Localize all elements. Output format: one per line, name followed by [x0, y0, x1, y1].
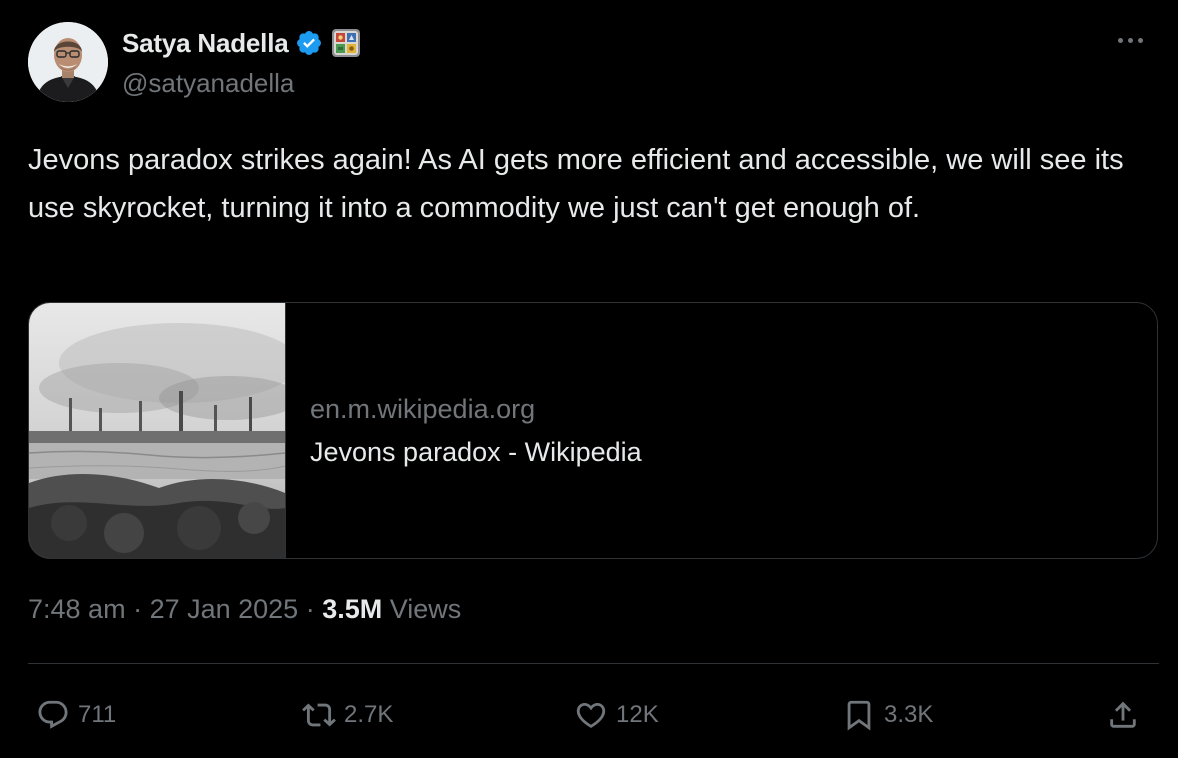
tweet-meta: 7:48 am · 27 Jan 2025 · 3.5M Views — [28, 594, 461, 625]
like-count: 12K — [616, 701, 659, 728]
repost-button[interactable]: 2.7K — [302, 690, 393, 740]
views-count[interactable]: 3.5M — [322, 594, 382, 625]
verified-badge-icon[interactable] — [295, 29, 323, 57]
repost-count: 2.7K — [344, 701, 394, 728]
action-bar: 711 2.7K 12K 3.3K — [28, 690, 1159, 740]
reply-count: 711 — [78, 701, 117, 728]
bookmark-icon — [847, 700, 871, 731]
link-card-body: en.m.wikipedia.org Jevons paradox - Wiki… — [286, 303, 642, 558]
meta-separator: · — [125, 594, 150, 624]
author-name-row: Satya Nadella — [122, 26, 361, 60]
tweet-date[interactable]: 27 Jan 2025 — [150, 594, 299, 625]
share-icon — [1110, 701, 1136, 728]
tweet-text: Jevons paradox strikes again! As AI gets… — [28, 144, 1124, 224]
author-name[interactable]: Satya Nadella — [122, 28, 289, 59]
share-button[interactable] — [1106, 690, 1140, 740]
divider — [28, 663, 1159, 664]
more-dot-icon — [1137, 37, 1143, 43]
tweet-time[interactable]: 7:48 am — [28, 594, 126, 625]
like-button[interactable]: 12K — [574, 690, 659, 740]
more-dot-icon — [1127, 37, 1133, 43]
affiliate-badge-icon[interactable] — [331, 28, 361, 58]
more-dot-icon — [1117, 37, 1123, 43]
bookmark-button[interactable]: 3.3K — [842, 690, 933, 740]
heart-icon — [576, 702, 606, 728]
more-options-icon[interactable] — [1112, 26, 1148, 54]
link-card-title: Jevons paradox - Wikipedia — [310, 436, 642, 467]
reply-button[interactable]: 711 — [36, 690, 116, 740]
views-label: Views — [382, 594, 462, 624]
author-avatar[interactable] — [28, 22, 108, 102]
meta-separator: · — [298, 594, 323, 624]
repost-icon — [302, 703, 336, 727]
author-handle[interactable]: @satyanadella — [122, 68, 294, 99]
link-card-domain: en.m.wikipedia.org — [310, 393, 536, 424]
industrial-landscape-engraving — [29, 303, 286, 558]
reply-icon — [38, 700, 68, 729]
link-preview-card[interactable]: en.m.wikipedia.org Jevons paradox - Wiki… — [28, 302, 1158, 559]
avatar-photo — [28, 22, 108, 102]
bookmark-count: 3.3K — [884, 701, 934, 728]
